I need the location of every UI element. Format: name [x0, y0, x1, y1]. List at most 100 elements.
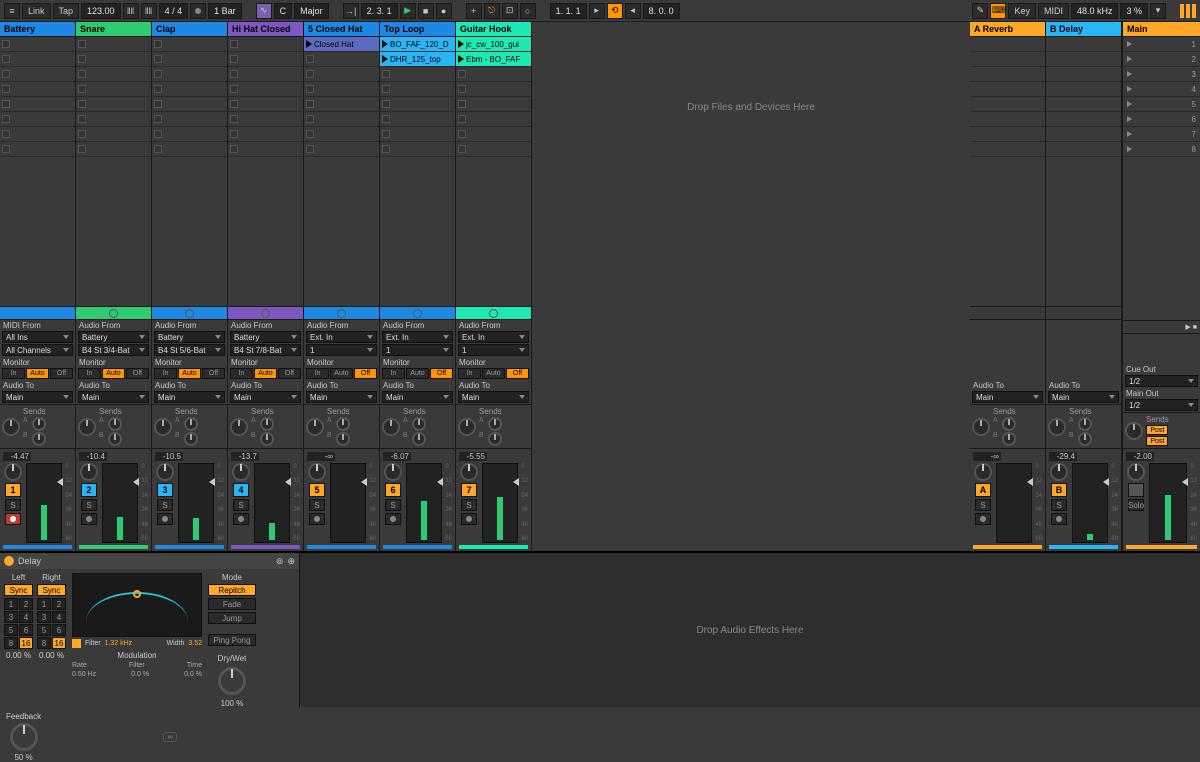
- clip-slot[interactable]: jc_cw_100_gui: [456, 37, 531, 52]
- track-number-button[interactable]: 4: [233, 483, 249, 497]
- monitor-auto-button[interactable]: Auto: [254, 368, 277, 379]
- clip-slot[interactable]: [0, 82, 75, 97]
- right-sync-button[interactable]: Sync: [37, 584, 66, 596]
- session-view-icon[interactable]: [1180, 4, 1184, 18]
- solo-button[interactable]: S: [385, 499, 401, 511]
- beat-4-button[interactable]: 4: [19, 611, 33, 623]
- send-a-knob[interactable]: [1002, 417, 1016, 431]
- overdub-icon[interactable]: +: [466, 3, 482, 19]
- stop-icon[interactable]: [154, 70, 162, 78]
- main-activator[interactable]: ▶■: [1123, 320, 1200, 334]
- monitor-in-button[interactable]: In: [2, 368, 25, 379]
- clip-slot[interactable]: Ebm - BO_FAF: [456, 52, 531, 67]
- stop-icon[interactable]: [306, 115, 314, 123]
- drop-audio-effects[interactable]: Drop Audio Effects Here: [300, 553, 1200, 707]
- cue-volume-knob[interactable]: [1125, 422, 1143, 440]
- track-activator[interactable]: [456, 306, 531, 320]
- monitor-off-button[interactable]: Off: [354, 368, 377, 379]
- track-number-button[interactable]: 7: [461, 483, 477, 497]
- output-select[interactable]: Main: [972, 391, 1043, 403]
- clip-slot[interactable]: [380, 127, 455, 142]
- stop-icon[interactable]: [306, 55, 314, 63]
- clip-play-icon[interactable]: [382, 55, 388, 63]
- send-b-knob[interactable]: [260, 432, 274, 446]
- drop-zone[interactable]: Drop Files and Devices Here: [532, 22, 970, 551]
- clip-slot[interactable]: [0, 37, 75, 52]
- overload-icon[interactable]: ▾: [1150, 3, 1166, 19]
- scene-play-icon[interactable]: [1127, 116, 1132, 122]
- monitor-off-button[interactable]: Off: [202, 368, 225, 379]
- track-activator[interactable]: [76, 306, 151, 320]
- track-header[interactable]: Guitar Hook: [456, 22, 531, 37]
- clip-slot[interactable]: [304, 112, 379, 127]
- clip-slot[interactable]: [76, 142, 151, 157]
- mod-filter-value[interactable]: 0.0 %: [131, 671, 149, 678]
- solo-button[interactable]: S: [81, 499, 97, 511]
- filter-width[interactable]: 3.52: [188, 640, 202, 647]
- beat-2-button[interactable]: 2: [19, 598, 33, 610]
- output-select[interactable]: Main: [1048, 391, 1119, 403]
- stop-icon[interactable]: [78, 70, 86, 78]
- track-number-button[interactable]: B: [1051, 483, 1067, 497]
- clip-slot[interactable]: [228, 67, 303, 82]
- pan-knob[interactable]: [972, 418, 990, 436]
- device-save-icon[interactable]: ⊚: [276, 556, 284, 567]
- arm-button[interactable]: [385, 513, 401, 525]
- monitor-auto-button[interactable]: Auto: [102, 368, 125, 379]
- clip-slot[interactable]: [304, 82, 379, 97]
- stop-icon[interactable]: [230, 115, 238, 123]
- output-select[interactable]: Main: [2, 391, 73, 403]
- volume-fader[interactable]: [102, 463, 138, 543]
- clip-slot[interactable]: [0, 112, 75, 127]
- monitor-auto-button[interactable]: Auto: [26, 368, 49, 379]
- pan-knob[interactable]: [1048, 418, 1066, 436]
- monitor-auto-button[interactable]: Auto: [178, 368, 201, 379]
- clip-slot[interactable]: [228, 127, 303, 142]
- stop-icon[interactable]: [78, 55, 86, 63]
- beat-2-button[interactable]: 2: [52, 598, 66, 610]
- clip-slot[interactable]: Closed Hat: [304, 37, 379, 52]
- monitor-off-button[interactable]: Off: [126, 368, 149, 379]
- clip-slot[interactable]: [152, 142, 227, 157]
- track-header[interactable]: 5 Closed Hat: [304, 22, 379, 37]
- clip-slot[interactable]: [0, 52, 75, 67]
- volume-fader[interactable]: [1149, 463, 1187, 543]
- input-source-select[interactable]: Ext. In: [382, 331, 453, 343]
- pan-knob[interactable]: [1050, 463, 1068, 481]
- volume-value[interactable]: -10.4: [79, 452, 107, 461]
- stop-icon[interactable]: [154, 115, 162, 123]
- clip-slot[interactable]: [456, 112, 531, 127]
- input-channel-select[interactable]: B4 St 3/4-Bat: [78, 344, 149, 356]
- input-channel-select[interactable]: B4 St 5/6-Bat: [154, 344, 225, 356]
- pan-knob[interactable]: [80, 463, 98, 481]
- input-source-select[interactable]: Battery: [78, 331, 149, 343]
- stop-icon[interactable]: [458, 70, 466, 78]
- stop-icon[interactable]: [230, 130, 238, 138]
- time-sig-field[interactable]: 4 / 4: [159, 3, 189, 19]
- monitor-in-button[interactable]: In: [78, 368, 101, 379]
- scene-slot[interactable]: 4: [1123, 82, 1200, 97]
- beat-3-button[interactable]: 3: [37, 611, 51, 623]
- feedback-knob[interactable]: [10, 723, 38, 751]
- position-field[interactable]: 2. 3. 1: [361, 3, 398, 19]
- volume-fader[interactable]: [996, 463, 1032, 543]
- clip-slot[interactable]: [152, 127, 227, 142]
- key-map-button[interactable]: Key: [1008, 3, 1036, 19]
- track-number-button[interactable]: A: [975, 483, 991, 497]
- clip-slot[interactable]: [152, 37, 227, 52]
- scene-play-icon[interactable]: [1127, 71, 1132, 77]
- loop-icon[interactable]: ⟲: [607, 3, 623, 19]
- return-activator[interactable]: [1046, 306, 1121, 320]
- midi-map-button[interactable]: MIDI: [1038, 3, 1069, 19]
- pan-knob[interactable]: [1127, 463, 1145, 481]
- track-number-button[interactable]: 6: [385, 483, 401, 497]
- volume-value[interactable]: -5.55: [459, 452, 487, 461]
- pan-knob[interactable]: [78, 418, 96, 436]
- beat-8-button[interactable]: 8: [37, 637, 51, 649]
- volume-fader[interactable]: [1072, 463, 1108, 543]
- arm-button[interactable]: [157, 513, 173, 525]
- send-a-knob[interactable]: [1078, 417, 1092, 431]
- clip-slot[interactable]: BO_FAF_120_D: [380, 37, 455, 52]
- volume-value[interactable]: -∞: [973, 452, 1001, 461]
- scene-slot[interactable]: 3: [1123, 67, 1200, 82]
